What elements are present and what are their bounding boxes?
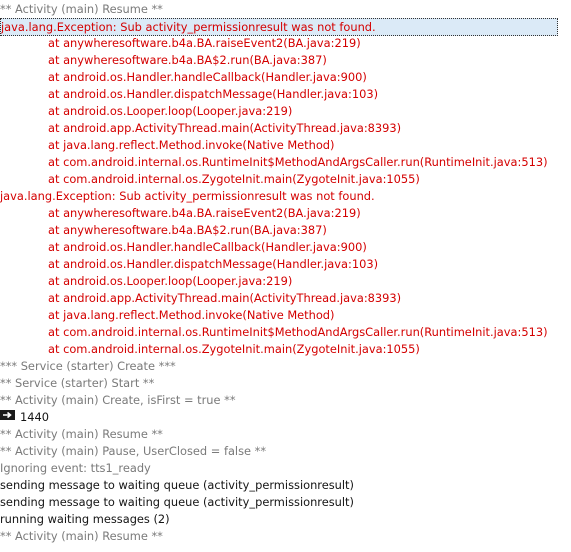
log-line-text: at java.lang.reflect.Method.invoke(Nativ…: [48, 308, 335, 322]
log-line[interactable]: java.lang.Exception: Sub activity_permis…: [0, 188, 375, 205]
log-line-text: *** Service (starter) Create ***: [0, 359, 176, 373]
log-line[interactable]: sending message to waiting queue (activi…: [0, 477, 354, 494]
log-line-text: running waiting messages (2): [0, 512, 170, 526]
log-line[interactable]: at android.os.Looper.loop(Looper.java:21…: [0, 273, 292, 290]
log-line-text: sending message to waiting queue (activi…: [0, 478, 354, 492]
vertical-scrollbar[interactable]: [561, 0, 571, 552]
log-line-text: ** Activity (main) Create, isFirst = tru…: [0, 393, 236, 407]
log-line[interactable]: ** Activity (main) Resume **: [0, 528, 163, 545]
log-line[interactable]: ** Activity (main) Create, isFirst = tru…: [0, 392, 236, 409]
log-line-text: at anywheresoftware.b4a.BA$2.run(BA.java…: [48, 53, 327, 67]
log-line[interactable]: 1440: [0, 409, 49, 426]
log-line[interactable]: at com.android.internal.os.ZygoteInit.ma…: [0, 171, 420, 188]
log-line-text: at com.android.internal.os.RuntimeInit$M…: [48, 325, 548, 339]
log-line-text: ** Activity (main) Resume **: [0, 529, 163, 543]
log-line[interactable]: Ignoring event: tts1_ready: [0, 460, 151, 477]
log-line[interactable]: at android.app.ActivityThread.main(Activ…: [0, 120, 401, 137]
log-line-text: at android.os.Handler.handleCallback(Han…: [48, 70, 367, 84]
log-line[interactable]: at anywheresoftware.b4a.BA.raiseEvent2(B…: [0, 205, 361, 222]
log-line[interactable]: at anywheresoftware.b4a.BA$2.run(BA.java…: [0, 222, 327, 239]
log-line-text: ** Activity (main) Pause, UserClosed = f…: [0, 444, 267, 458]
log-line[interactable]: at java.lang.reflect.Method.invoke(Nativ…: [0, 307, 334, 324]
log-line-text: 1440: [20, 410, 49, 424]
log-line-text: at android.os.Looper.loop(Looper.java:21…: [48, 274, 293, 288]
log-line-text: ** Service (starter) Start **: [0, 376, 155, 390]
arrow-right-icon: [0, 409, 15, 425]
log-line-text: at android.os.Handler.dispatchMessage(Ha…: [48, 257, 379, 271]
log-line-text: at anywheresoftware.b4a.BA.raiseEvent2(B…: [48, 206, 361, 220]
log-line[interactable]: sending message to waiting queue (activi…: [0, 494, 354, 511]
log-line[interactable]: at anywheresoftware.b4a.BA.raiseEvent2(B…: [0, 35, 361, 52]
log-line[interactable]: at anywheresoftware.b4a.BA$2.run(BA.java…: [0, 52, 327, 69]
log-line[interactable]: at android.os.Handler.dispatchMessage(Ha…: [0, 86, 378, 103]
log-line-text: at anywheresoftware.b4a.BA$2.run(BA.java…: [48, 223, 327, 237]
log-line-text: ** Activity (main) Resume **: [0, 427, 163, 441]
log-line[interactable]: at java.lang.reflect.Method.invoke(Nativ…: [0, 137, 334, 154]
log-line-text: at android.os.Handler.dispatchMessage(Ha…: [48, 87, 379, 101]
log-line[interactable]: at com.android.internal.os.RuntimeInit$M…: [0, 324, 548, 341]
log-line[interactable]: at android.os.Handler.dispatchMessage(Ha…: [0, 256, 378, 273]
log-line[interactable]: ** Activity (main) Resume **: [0, 1, 163, 18]
log-line[interactable]: java.lang.Exception: Sub activity_permis…: [0, 18, 558, 36]
log-line-text: ** Activity (main) Resume **: [0, 2, 163, 16]
log-line[interactable]: running waiting messages (2): [0, 511, 170, 528]
log-line[interactable]: ** Activity (main) Resume **: [0, 426, 163, 443]
log-line-text: sending message to waiting queue (activi…: [0, 495, 354, 509]
log-line-text: at anywheresoftware.b4a.BA.raiseEvent2(B…: [48, 36, 361, 50]
log-line-text: at java.lang.reflect.Method.invoke(Nativ…: [48, 138, 335, 152]
log-line-text: java.lang.Exception: Sub activity_permis…: [0, 189, 375, 203]
log-line[interactable]: ** Service (starter) Start **: [0, 375, 154, 392]
log-line[interactable]: ** Activity (main) Pause, UserClosed = f…: [0, 443, 266, 460]
log-line[interactable]: at android.app.ActivityThread.main(Activ…: [0, 290, 401, 307]
log-line-text: java.lang.Exception: Sub activity_permis…: [1, 20, 376, 34]
log-line-text: at com.android.internal.os.ZygoteInit.ma…: [48, 172, 420, 186]
log-line-text: at com.android.internal.os.ZygoteInit.ma…: [48, 342, 420, 356]
log-line-text: Ignoring event: tts1_ready: [0, 461, 151, 475]
log-line-text: at android.os.Looper.loop(Looper.java:21…: [48, 104, 293, 118]
log-line-text: at android.app.ActivityThread.main(Activ…: [48, 291, 402, 305]
log-line[interactable]: at android.os.Handler.handleCallback(Han…: [0, 69, 367, 86]
log-line[interactable]: at com.android.internal.os.RuntimeInit$M…: [0, 154, 548, 171]
log-line[interactable]: at com.android.internal.os.ZygoteInit.ma…: [0, 341, 420, 358]
log-line[interactable]: at android.os.Looper.loop(Looper.java:21…: [0, 103, 292, 120]
log-panel[interactable]: ** Activity (main) Resume ** java.lang.Ex…: [0, 0, 571, 552]
log-line-text: at android.app.ActivityThread.main(Activ…: [48, 121, 402, 135]
log-line-text: at com.android.internal.os.RuntimeInit$M…: [48, 155, 548, 169]
log-line-text: at android.os.Handler.handleCallback(Han…: [48, 240, 367, 254]
log-line[interactable]: at android.os.Handler.handleCallback(Han…: [0, 239, 367, 256]
log-line[interactable]: *** Service (starter) Create ***: [0, 358, 176, 375]
